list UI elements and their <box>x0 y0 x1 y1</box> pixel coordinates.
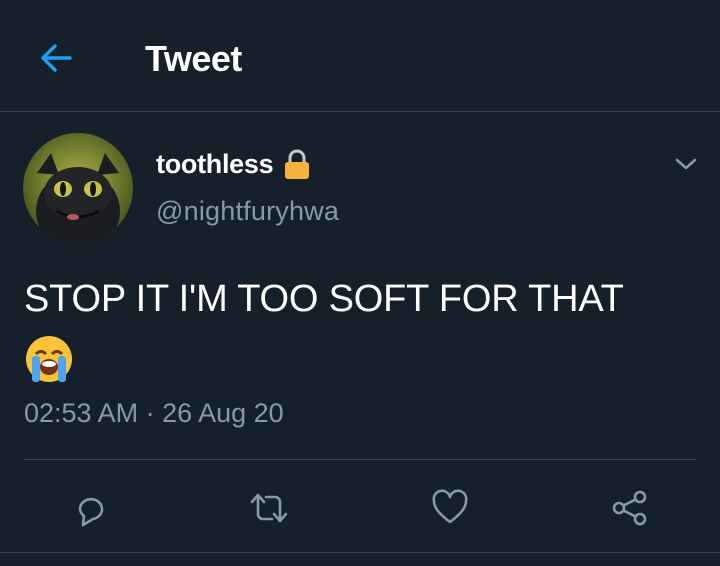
avatar[interactable] <box>23 133 133 243</box>
page-title: Tweet <box>145 38 242 79</box>
divider <box>24 459 696 460</box>
reply-button[interactable] <box>63 480 119 536</box>
divider <box>0 552 720 553</box>
avatar-image <box>23 133 133 243</box>
share-icon <box>612 490 647 526</box>
like-button[interactable] <box>422 480 478 536</box>
loudly-crying-face-emoji <box>24 334 74 384</box>
heart-icon <box>432 489 468 524</box>
display-name[interactable]: toothless <box>156 149 274 180</box>
top-bar: Tweet <box>0 0 720 112</box>
retweet-icon <box>250 493 288 523</box>
share-button[interactable] <box>601 480 657 536</box>
tweet-text: STOP IT I'M TOO SOFT FOR THAT <box>24 278 624 320</box>
user-handle[interactable]: @nightfuryhwa <box>156 196 339 227</box>
tweet-timestamp[interactable]: 02:53 AM · 26 Aug 20 <box>24 398 284 429</box>
lock-icon <box>283 148 311 180</box>
back-button[interactable] <box>34 36 78 80</box>
tweet-actions <box>0 480 720 536</box>
arrow-left-icon <box>41 44 72 72</box>
tweet-menu-button[interactable] <box>670 150 702 178</box>
chevron-down-icon <box>675 158 697 170</box>
tweet-detail-screen: Tweet toothless @nightfuryhwa STOP IT I'… <box>0 0 720 566</box>
retweet-button[interactable] <box>241 480 297 536</box>
author-name-row: toothless <box>156 146 311 182</box>
reply-icon <box>78 497 104 527</box>
